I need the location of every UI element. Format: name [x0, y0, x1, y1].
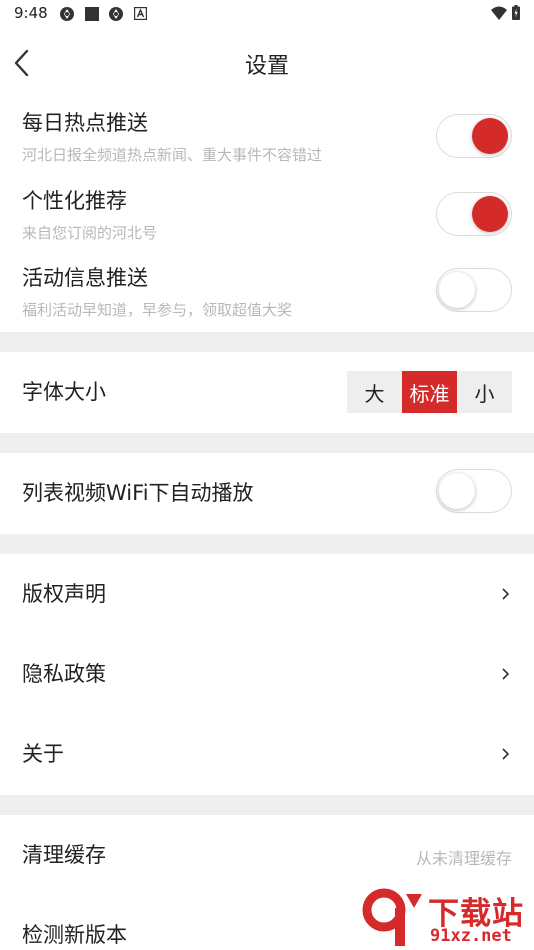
setting-row-personalized: 个性化推荐 来自您订阅的河北号	[0, 176, 534, 256]
setting-row-autoplay: 列表视频WiFi下自动播放	[0, 453, 534, 533]
wifi-icon	[491, 6, 507, 20]
font-size-selector: 大 标准 小	[347, 371, 512, 413]
setting-label: 检测新版本	[22, 923, 127, 947]
setting-label: 清理缓存	[22, 843, 106, 867]
link-row-privacy[interactable]: 隐私政策	[0, 634, 534, 714]
status-bar: 9:48	[0, 0, 534, 28]
setting-label: 个性化推荐	[22, 189, 127, 213]
autoplay-toggle[interactable]	[436, 469, 512, 513]
toggle-knob	[439, 473, 475, 509]
personalized-toggle[interactable]	[436, 192, 512, 236]
chevron-right-icon	[502, 588, 510, 600]
font-size-option-small[interactable]: 小	[457, 371, 512, 413]
link-row-copyright[interactable]: 版权声明	[0, 554, 534, 634]
font-size-option-large[interactable]: 大	[347, 371, 402, 413]
setting-row-clear-cache[interactable]: 清理缓存 从未清理缓存	[0, 815, 534, 895]
link-label: 版权声明	[22, 582, 106, 606]
activity-toggle[interactable]	[436, 268, 512, 312]
setting-label: 字体大小	[22, 380, 106, 404]
cache-status: 从未清理缓存	[415, 849, 512, 868]
chevron-right-icon	[502, 748, 510, 760]
section-divider	[0, 433, 534, 453]
daily-hot-toggle[interactable]	[436, 114, 512, 158]
setting-label: 活动信息推送	[22, 266, 148, 290]
status-time: 9:48	[14, 4, 48, 22]
section-divider	[0, 534, 534, 554]
chevron-right-icon	[502, 668, 510, 680]
setting-description: 河北日报全频道热点新闻、重大事件不容错过	[22, 146, 323, 164]
watermark-url: 91xz.net	[430, 926, 512, 946]
sync-icon	[60, 7, 74, 21]
setting-row-activity: 活动信息推送 福利活动早知道，早参与，领取超值大奖	[0, 253, 534, 333]
link-row-about[interactable]: 关于	[0, 714, 534, 794]
font-size-option-standard[interactable]: 标准	[402, 371, 457, 413]
section-divider	[0, 795, 534, 815]
a-icon	[134, 7, 147, 20]
page-title: 设置	[244, 54, 289, 79]
link-label: 隐私政策	[22, 662, 106, 686]
nav-bar: 设置	[0, 28, 534, 98]
setting-label: 每日热点推送	[22, 111, 148, 135]
toggle-knob	[472, 118, 508, 154]
toggle-knob	[472, 196, 508, 232]
setting-description: 来自您订阅的河北号	[22, 224, 158, 242]
watermark: 下载站 91xz.net	[362, 886, 534, 950]
toggle-knob	[439, 272, 475, 308]
watermark-logo-icon	[362, 888, 422, 946]
setting-description: 福利活动早知道，早参与，领取超值大奖	[22, 301, 293, 319]
section-divider	[0, 332, 534, 352]
setting-label: 列表视频WiFi下自动播放	[22, 481, 254, 505]
battery-icon	[512, 5, 520, 20]
link-label: 关于	[22, 742, 64, 766]
sync-icon	[109, 7, 123, 21]
setting-row-daily-hot: 每日热点推送 河北日报全频道热点新闻、重大事件不容错过	[0, 98, 534, 178]
square-icon	[85, 7, 99, 21]
